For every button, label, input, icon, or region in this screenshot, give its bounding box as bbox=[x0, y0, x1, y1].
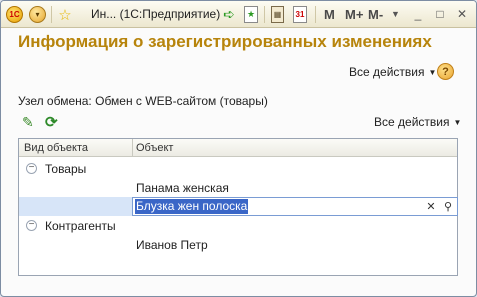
bookmark-icon[interactable]: ★ bbox=[244, 6, 258, 23]
main-menu-icon[interactable]: ▾ bbox=[29, 6, 46, 23]
title-bar: 1С ▾ ☆ Ин... (1С:Предприятие) ➪ ★ ▦ 31 M… bbox=[1, 1, 476, 28]
dropdown-arrow-icon[interactable]: ▼ bbox=[391, 9, 400, 19]
minimize-icon[interactable]: _ bbox=[410, 5, 426, 22]
clear-icon[interactable]: ✕ bbox=[423, 199, 439, 214]
object-cell: Иванов Петр bbox=[136, 238, 208, 252]
page-title: Информация о зарегистрированных изменени… bbox=[18, 32, 432, 51]
memory-minus-button[interactable]: M- bbox=[368, 7, 383, 22]
column-header-object[interactable]: Объект bbox=[136, 142, 173, 154]
caret-down-icon: ▼ bbox=[428, 68, 437, 77]
exchange-node-label: Узел обмена: Обмен с WEB-сайтом (товары) bbox=[18, 94, 268, 108]
row-highlight bbox=[19, 197, 132, 216]
main-window: 1С ▾ ☆ Ин... (1С:Предприятие) ➪ ★ ▦ 31 M… bbox=[0, 0, 477, 297]
group-label: Контрагенты bbox=[45, 219, 116, 233]
column-header-object-type[interactable]: Вид объекта bbox=[24, 142, 88, 154]
edit-pencil-icon[interactable]: ✎ bbox=[22, 114, 34, 131]
table-all-actions-button[interactable]: Все действия ▼ bbox=[374, 115, 461, 129]
all-actions-button[interactable]: Все действия ▼ bbox=[349, 65, 436, 79]
group-label: Товары bbox=[45, 162, 87, 176]
selected-text[interactable]: Блузка жен полоска bbox=[135, 199, 249, 214]
separator bbox=[315, 6, 316, 23]
all-actions-label: Все действия bbox=[374, 115, 450, 129]
refresh-icon[interactable]: ⟳ bbox=[45, 113, 58, 131]
search-icon[interactable]: ⚲ bbox=[440, 199, 456, 214]
memory-plus-button[interactable]: M+ bbox=[345, 7, 363, 22]
memory-m-button[interactable]: M bbox=[324, 7, 335, 22]
collapse-icon[interactable]: − bbox=[26, 220, 37, 231]
table-row[interactable]: Панама женская bbox=[19, 178, 457, 197]
calculator-icon[interactable]: ▦ bbox=[271, 6, 284, 23]
table-row[interactable]: Иванов Петр bbox=[19, 235, 457, 254]
navigate-arrow-icon[interactable]: ➪ bbox=[221, 6, 237, 23]
collapse-icon[interactable]: − bbox=[26, 163, 37, 174]
separator bbox=[264, 6, 265, 23]
calendar-icon[interactable]: 31 bbox=[293, 6, 307, 23]
object-cell: Панама женская bbox=[136, 181, 229, 195]
table-row[interactable]: − Товары bbox=[19, 159, 457, 178]
favorite-star-icon[interactable]: ☆ bbox=[57, 6, 73, 24]
changes-table: Вид объекта Объект − Товары Панама женск… bbox=[18, 138, 458, 276]
table-row[interactable]: − Контрагенты bbox=[19, 216, 457, 235]
column-divider bbox=[132, 139, 133, 157]
1c-logo-icon[interactable]: 1С bbox=[6, 6, 23, 23]
window-title: Ин... (1С:Предприятие) bbox=[91, 7, 221, 21]
close-icon[interactable]: ✕ bbox=[454, 5, 470, 22]
help-icon[interactable]: ? bbox=[437, 63, 454, 80]
table-header: Вид объекта Объект bbox=[19, 139, 457, 157]
all-actions-label: Все действия bbox=[349, 65, 425, 79]
caret-down-icon: ▼ bbox=[453, 118, 462, 127]
object-edit-field[interactable]: Блузка жен полоска ✕ ⚲ bbox=[132, 197, 458, 216]
maximize-icon[interactable]: □ bbox=[432, 5, 448, 22]
separator bbox=[51, 6, 52, 23]
table-row[interactable]: Блузка жен полоска ✕ ⚲ bbox=[19, 197, 458, 216]
